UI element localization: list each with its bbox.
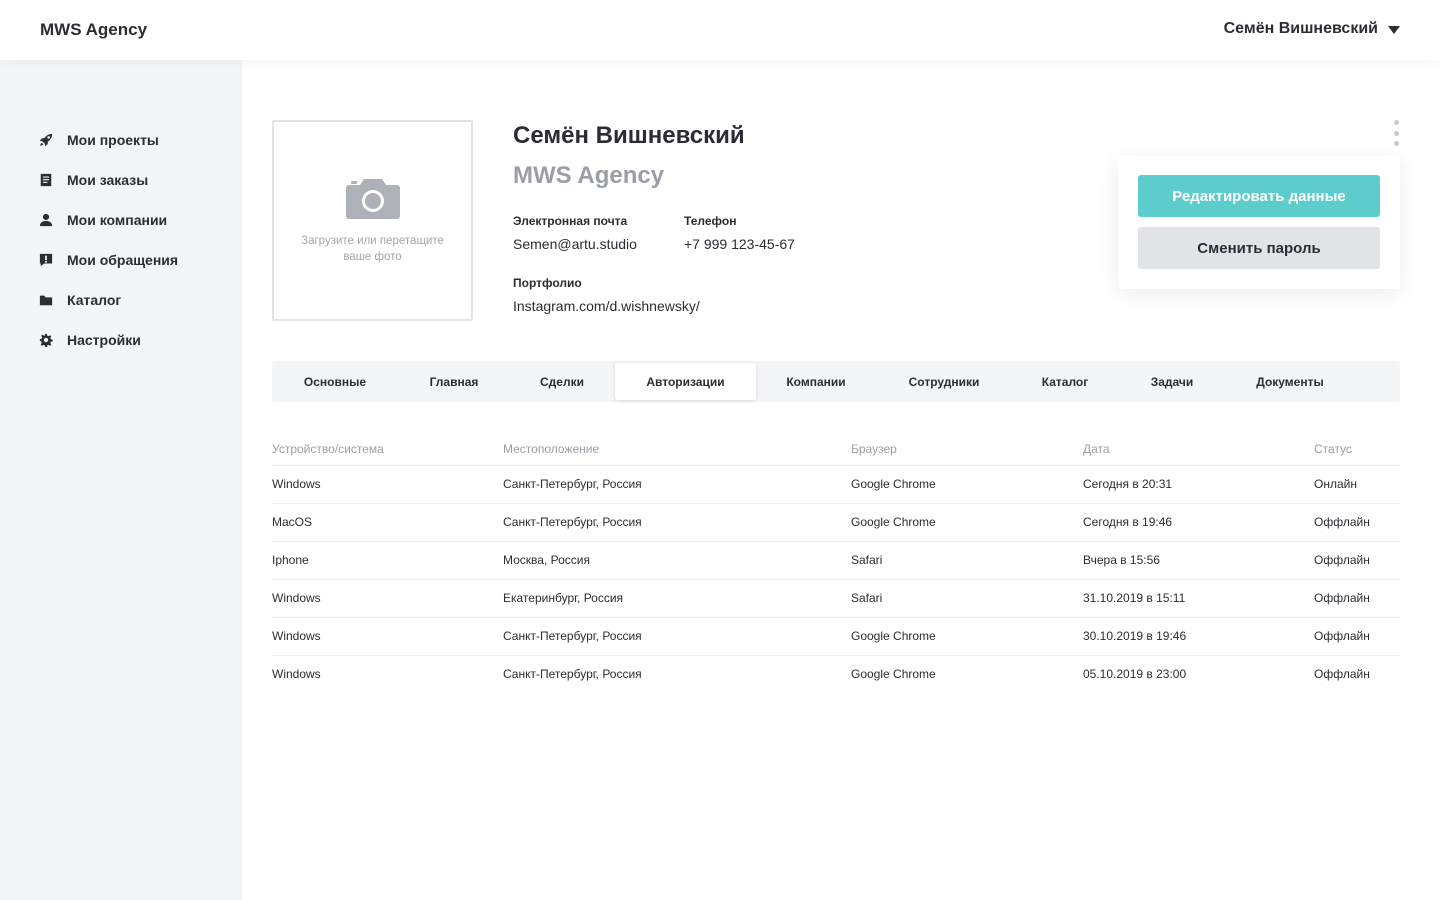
more-options-button[interactable]: [1390, 118, 1402, 148]
profile-name: Семён Вишневский: [513, 122, 745, 149]
rocket-icon: [38, 132, 54, 148]
sidebar: Мои проекты Мои заказы Мои компании Мои …: [0, 60, 242, 900]
email-label: Электронная почта: [513, 214, 628, 228]
cell-date: Сегодня в 19:46: [1083, 503, 1314, 542]
cell-location: Екатеринбург, Россия: [503, 579, 851, 618]
more-dot: [1393, 141, 1399, 146]
sidebar-nav: Мои проекты Мои заказы Мои компании Мои …: [38, 120, 178, 360]
column-header-date: Дата: [1083, 433, 1314, 466]
portfolio-label: Портфолио: [513, 276, 582, 290]
message-alert-icon: [38, 252, 54, 268]
table-row: Windows Екатеринбург, Россия Safari 31.1…: [272, 579, 1400, 618]
tab-catalog[interactable]: Каталог: [1012, 363, 1118, 400]
sidebar-item-label: Мои проекты: [67, 132, 159, 148]
tab-employees[interactable]: Сотрудники: [876, 363, 1012, 400]
cell-date: 05.10.2019 в 23:00: [1083, 667, 1187, 682]
authorizations-table: Устройство/система Местоположение Браузе…: [272, 433, 1400, 693]
user-icon: [38, 212, 54, 228]
cell-location: Москва, Россия: [503, 541, 851, 580]
camera-icon: [345, 178, 400, 219]
email-value: Semen@artu.studio: [513, 236, 637, 252]
gear-icon: [38, 332, 54, 348]
table-row: Iphone Москва, Россия Safari Вчера в 15:…: [272, 541, 1400, 580]
cell-device: MacOS: [272, 503, 503, 542]
profile-tabs: Основные Главная Сделки Авторизации Комп…: [272, 361, 1400, 402]
sidebar-item-label: Мои компании: [67, 212, 168, 228]
top-bar: MWS Agency Семён Вишневский: [0, 0, 1440, 60]
folder-icon: [38, 292, 54, 308]
table-row: Windows Санкт-Петербург, Россия Google C…: [272, 465, 1400, 504]
cell-device: Windows: [272, 617, 503, 656]
cell-device: Windows: [272, 465, 503, 504]
more-dot: [1393, 130, 1399, 136]
phone-label: Телефон: [684, 214, 737, 228]
profile-actions-card: Редактировать данные Сменить пароль: [1118, 156, 1400, 289]
cell-location: Санкт-Петербург, Россия: [503, 503, 851, 542]
cell-browser: Safari: [851, 541, 1083, 580]
cell-device: Iphone: [272, 541, 503, 580]
cell-status: Оффлайн: [1314, 617, 1400, 656]
cell-device: Windows: [272, 579, 503, 618]
sidebar-item-catalog[interactable]: Каталог: [38, 280, 178, 320]
cell-device: Windows: [272, 667, 321, 682]
tab-tasks[interactable]: Задачи: [1118, 363, 1226, 400]
tab-documents[interactable]: Документы: [1226, 363, 1354, 400]
tab-authorizations[interactable]: Авторизации: [615, 363, 756, 400]
column-header-location: Местоположение: [503, 433, 851, 466]
cell-status: Оффлайн: [1314, 503, 1400, 542]
table-row: Windows Санкт-Петербург, Россия Google C…: [272, 617, 1400, 656]
cell-status: Онлайн: [1314, 465, 1400, 504]
change-password-button[interactable]: Сменить пароль: [1138, 227, 1380, 269]
cell-browser: Google Chrome: [851, 503, 1083, 542]
cell-browser: Google Chrome: [851, 465, 1083, 504]
more-dot: [1393, 120, 1399, 125]
photo-upload-hint: Загрузите или перетащите ваше фото: [301, 234, 444, 263]
column-header-status: Статус: [1314, 433, 1400, 466]
table-row: Windows Санкт-Петербург, Россия Google C…: [272, 655, 1400, 693]
sidebar-item-companies[interactable]: Мои компании: [38, 200, 178, 240]
cell-location: Санкт-Петербург, Россия: [503, 667, 642, 682]
cell-date: 31.10.2019 в 15:11: [1083, 579, 1314, 618]
cell-status: Оффлайн: [1314, 667, 1370, 682]
sidebar-item-label: Мои заказы: [67, 172, 149, 188]
phone-value: +7 999 123-45-67: [684, 236, 795, 252]
cell-date: 30.10.2019 в 19:46: [1083, 617, 1314, 656]
profile-company: MWS Agency: [513, 162, 665, 189]
tab-companies[interactable]: Компании: [756, 363, 876, 400]
cell-status: Оффлайн: [1314, 541, 1400, 580]
sidebar-item-label: Каталог: [67, 292, 122, 308]
cell-location: Санкт-Петербург, Россия: [503, 617, 851, 656]
table-header-row: Устройство/система Местоположение Браузе…: [272, 433, 1400, 466]
tab-deals[interactable]: Сделки: [512, 363, 612, 400]
cell-date: Вчера в 15:56: [1083, 541, 1314, 580]
tab-main[interactable]: Главная: [396, 363, 512, 400]
table-row: MacOS Санкт-Петербург, Россия Google Chr…: [272, 503, 1400, 542]
edit-profile-button[interactable]: Редактировать данные: [1138, 175, 1380, 217]
cell-date: Сегодня в 20:31: [1083, 465, 1314, 504]
column-header-device: Устройство/система: [272, 433, 503, 466]
app-logo[interactable]: MWS Agency: [40, 20, 147, 40]
user-menu[interactable]: Семён Вишневский: [1224, 20, 1400, 38]
sidebar-item-projects[interactable]: Мои проекты: [38, 120, 178, 160]
tab-basic[interactable]: Основные: [274, 363, 396, 400]
chevron-down-icon: [1388, 26, 1400, 34]
sidebar-item-settings[interactable]: Настройки: [38, 320, 178, 360]
cell-browser: Safari: [851, 579, 1083, 618]
sidebar-item-requests[interactable]: Мои обращения: [38, 240, 178, 280]
sidebar-item-label: Настройки: [67, 332, 141, 348]
cell-location: Санкт-Петербург, Россия: [503, 465, 851, 504]
user-menu-name: Семён Вишневский: [1223, 20, 1378, 37]
cell-status: Оффлайн: [1314, 579, 1400, 618]
cell-browser: Google Chrome: [851, 617, 1083, 656]
column-header-browser: Браузер: [851, 433, 1083, 466]
cell-browser: Google Chrome: [851, 667, 936, 682]
portfolio-link[interactable]: Instagram.com/d.wishnewsky/: [513, 298, 700, 314]
sidebar-item-orders[interactable]: Мои заказы: [38, 160, 178, 200]
sidebar-item-label: Мои обращения: [67, 252, 179, 268]
document-icon: [38, 172, 54, 188]
photo-upload-dropzone[interactable]: Загрузите или перетащите ваше фото: [272, 120, 473, 321]
